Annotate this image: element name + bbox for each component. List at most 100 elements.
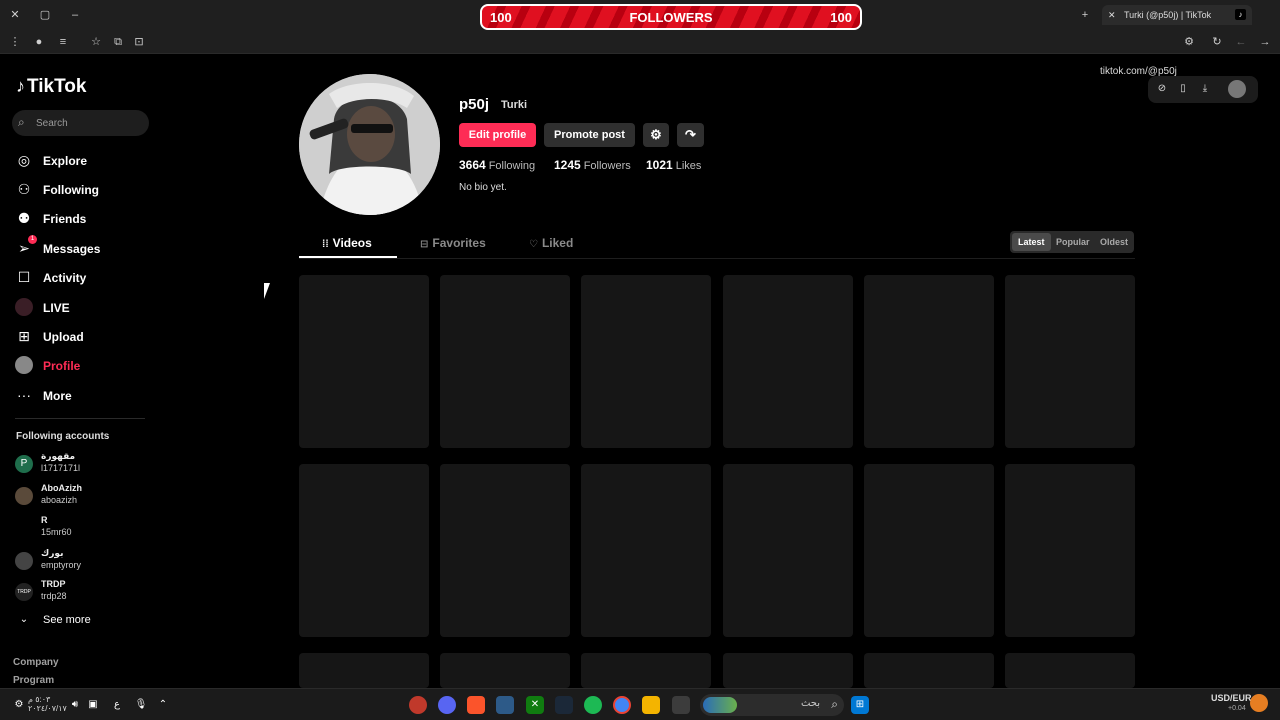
video-placeholder[interactable] [864,464,994,637]
browser-tab[interactable]: ✕ Turki (@p50j) | TikTok ♪ [1102,5,1252,25]
see-more-button[interactable]: ⌄ See more [15,610,155,632]
coins-icon[interactable]: ⊘ [1155,82,1169,96]
phone-icon[interactable]: ▯ [1176,82,1190,96]
nav-explore[interactable]: ◎ Explore [15,150,155,172]
shark-app-icon[interactable] [496,696,514,714]
sort-oldest[interactable]: Oldest [1094,233,1134,251]
account-avatar: P [15,455,33,473]
spotify-icon[interactable] [584,696,602,714]
currency-change: +0.04 [1228,705,1246,712]
video-placeholder[interactable] [1005,275,1135,448]
bookmark-star-icon[interactable]: ☆ [89,35,103,49]
new-tab-icon[interactable]: + [1078,8,1092,22]
video-placeholder[interactable] [581,275,711,448]
promote-post-button[interactable]: Promote post [544,123,635,147]
store-icon[interactable] [672,696,690,714]
taskbar-search[interactable]: بحث ⌕ [700,694,844,716]
video-placeholder[interactable] [864,275,994,448]
video-placeholder[interactable] [723,464,853,637]
video-placeholder[interactable] [299,275,429,448]
start-icon[interactable]: ⊞ [851,696,869,714]
video-placeholder[interactable] [864,653,994,688]
video-placeholder[interactable] [440,653,570,688]
close-tab-icon[interactable]: ✕ [1108,5,1116,25]
download-icon[interactable]: ⤓ [1198,82,1212,96]
extension-icon[interactable]: ⧉ [111,35,125,49]
reload-icon[interactable]: ↻ [1210,35,1224,49]
profile-avatar[interactable] [299,74,440,215]
likes-stat: 1021 Likes [646,158,702,172]
steam-icon[interactable] [555,696,573,714]
following-account[interactable]: R 15mr60 [15,515,165,541]
restore-window-icon[interactable]: ▢ [38,8,52,22]
more-dots-icon: ··· [17,387,31,403]
close-window-icon[interactable]: ✕ [8,8,22,22]
screenshot-icon[interactable]: ⊡ [132,35,146,49]
file-explorer-icon[interactable] [642,696,660,714]
person-plus-icon: ⚇ [17,181,31,197]
footer-link-company[interactable]: Company [13,657,59,668]
settings-button[interactable]: ⚙ [643,123,669,147]
video-placeholder[interactable] [581,464,711,637]
nav-upload[interactable]: ⊞ Upload [15,326,155,348]
network-icon[interactable]: ▣ [84,696,102,714]
video-placeholder[interactable] [723,653,853,688]
search-box[interactable]: ⌕ [12,110,149,136]
discord-icon[interactable] [438,696,456,714]
footer-link-program[interactable]: Program [13,675,54,686]
tab-liked[interactable]: ♡ Liked [529,236,573,250]
chrome-icon[interactable] [613,696,631,714]
video-placeholder[interactable] [581,653,711,688]
settings-tray-icon[interactable]: ⚙ [10,696,28,714]
nav-following[interactable]: ⚇ Following [15,179,155,201]
brave-icon[interactable] [467,696,485,714]
nav-activity[interactable]: ☐ Activity [15,267,155,289]
tab-title: Turki (@p50j) | TikTok [1124,10,1212,20]
tiktok-logo[interactable]: ♪ TikTok [16,76,86,98]
video-placeholder[interactable] [299,464,429,637]
following-account[interactable]: TRDP TRDP trdp28 [15,579,165,605]
video-placeholder[interactable] [299,653,429,688]
microphone-icon[interactable]: 🎙︎ [132,696,150,714]
sort-latest[interactable]: Latest [1012,233,1051,251]
back-icon[interactable]: → [1258,35,1272,49]
forward-icon[interactable]: ← [1234,35,1248,49]
weather-icon[interactable] [1250,694,1268,712]
tab-favorites[interactable]: ⊟ Favorites [420,236,486,250]
sort-popular[interactable]: Popular [1050,233,1096,251]
nav-more[interactable]: ··· More [15,385,155,407]
nav-messages[interactable]: ➢ 1 Messages [15,235,155,260]
followers-stat[interactable]: 1245 Followers [554,158,631,172]
video-placeholder[interactable] [440,464,570,637]
xbox-icon[interactable]: ✕ [526,696,544,714]
video-placeholder[interactable] [723,275,853,448]
following-account[interactable]: P مقهورة l1717171l [15,451,165,477]
video-placeholder[interactable] [440,275,570,448]
mouse-cursor [264,283,276,299]
video-placeholder[interactable] [1005,653,1135,688]
taskbar-clock[interactable]: ٥:٠٣ م ٢٠٢٤/٠٧/١٧ [28,695,67,713]
banner-right-count: 100 [830,10,852,25]
nav-live[interactable]: LIVE [15,297,155,319]
tab-search-icon[interactable]: ≡ [56,35,70,49]
minimize-window-icon[interactable]: – [68,8,82,22]
site-settings-icon[interactable]: ⚙ [1182,35,1196,49]
nav-friends[interactable]: ⚉ Friends [15,208,155,230]
following-account[interactable]: AboAzizh aboazizh [15,483,165,509]
profile-avatar-icon[interactable]: ● [32,35,46,49]
language-icon[interactable]: ع [108,696,126,714]
app-icon[interactable] [409,696,427,714]
following-stat[interactable]: 3664 Following [459,158,535,172]
video-placeholder[interactable] [1005,464,1135,637]
search-input[interactable] [36,115,141,131]
user-avatar-icon[interactable] [1228,80,1246,98]
tray-chevron-icon[interactable]: ⌃ [154,696,172,714]
nav-profile[interactable]: Profile [15,355,155,377]
tab-videos[interactable]: ⁞⁞ Videos [322,236,372,250]
menu-icon[interactable]: ⋮ [8,35,22,49]
volume-icon[interactable]: 🔊︎ [66,696,84,714]
share-button[interactable]: ↷ [677,123,704,147]
following-account[interactable]: بورك emptyrory [15,548,165,574]
edit-profile-button[interactable]: Edit profile [459,123,536,147]
currency-widget[interactable]: USD/EUR [1211,693,1252,703]
